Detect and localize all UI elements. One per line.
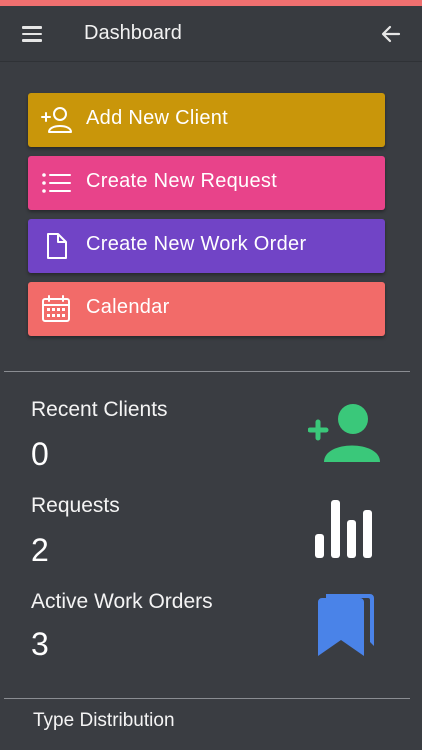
create-new-work-order-label: Create New Work Order (86, 233, 307, 255)
add-new-client-button[interactable]: Add New Client (28, 93, 385, 147)
list-icon (42, 173, 71, 193)
calendar-button[interactable]: Calendar (28, 282, 385, 336)
create-new-work-order-button[interactable]: Create New Work Order (28, 219, 385, 273)
divider (4, 698, 410, 699)
bar-chart-icon (315, 500, 372, 558)
hamburger-menu-icon[interactable] (22, 22, 46, 46)
app-header: Dashboard (0, 6, 422, 62)
active-work-orders-count: 3 (31, 626, 49, 662)
create-new-request-button[interactable]: Create New Request (28, 156, 385, 210)
dashboard-screen: Dashboard Add New Client Create New Requ… (0, 0, 422, 750)
create-new-request-label: Create New Request (86, 170, 278, 192)
recent-clients-count: 0 (31, 436, 49, 472)
active-work-orders-title: Active Work Orders (31, 590, 213, 613)
bookmarks-icon (318, 594, 374, 656)
add-person-icon (308, 404, 380, 462)
recent-clients-title: Recent Clients (31, 398, 168, 421)
requests-title: Requests (31, 494, 120, 517)
page-title: Dashboard (84, 22, 182, 44)
calendar-icon (42, 295, 70, 322)
calendar-label: Calendar (86, 296, 170, 318)
add-new-client-label: Add New Client (86, 107, 229, 129)
requests-count: 2 (31, 532, 49, 568)
type-distribution-heading: Type Distribution (33, 710, 175, 731)
add-user-icon (41, 107, 72, 133)
divider (4, 371, 410, 372)
arrow-left-icon[interactable] (380, 22, 402, 46)
document-icon (47, 233, 67, 259)
